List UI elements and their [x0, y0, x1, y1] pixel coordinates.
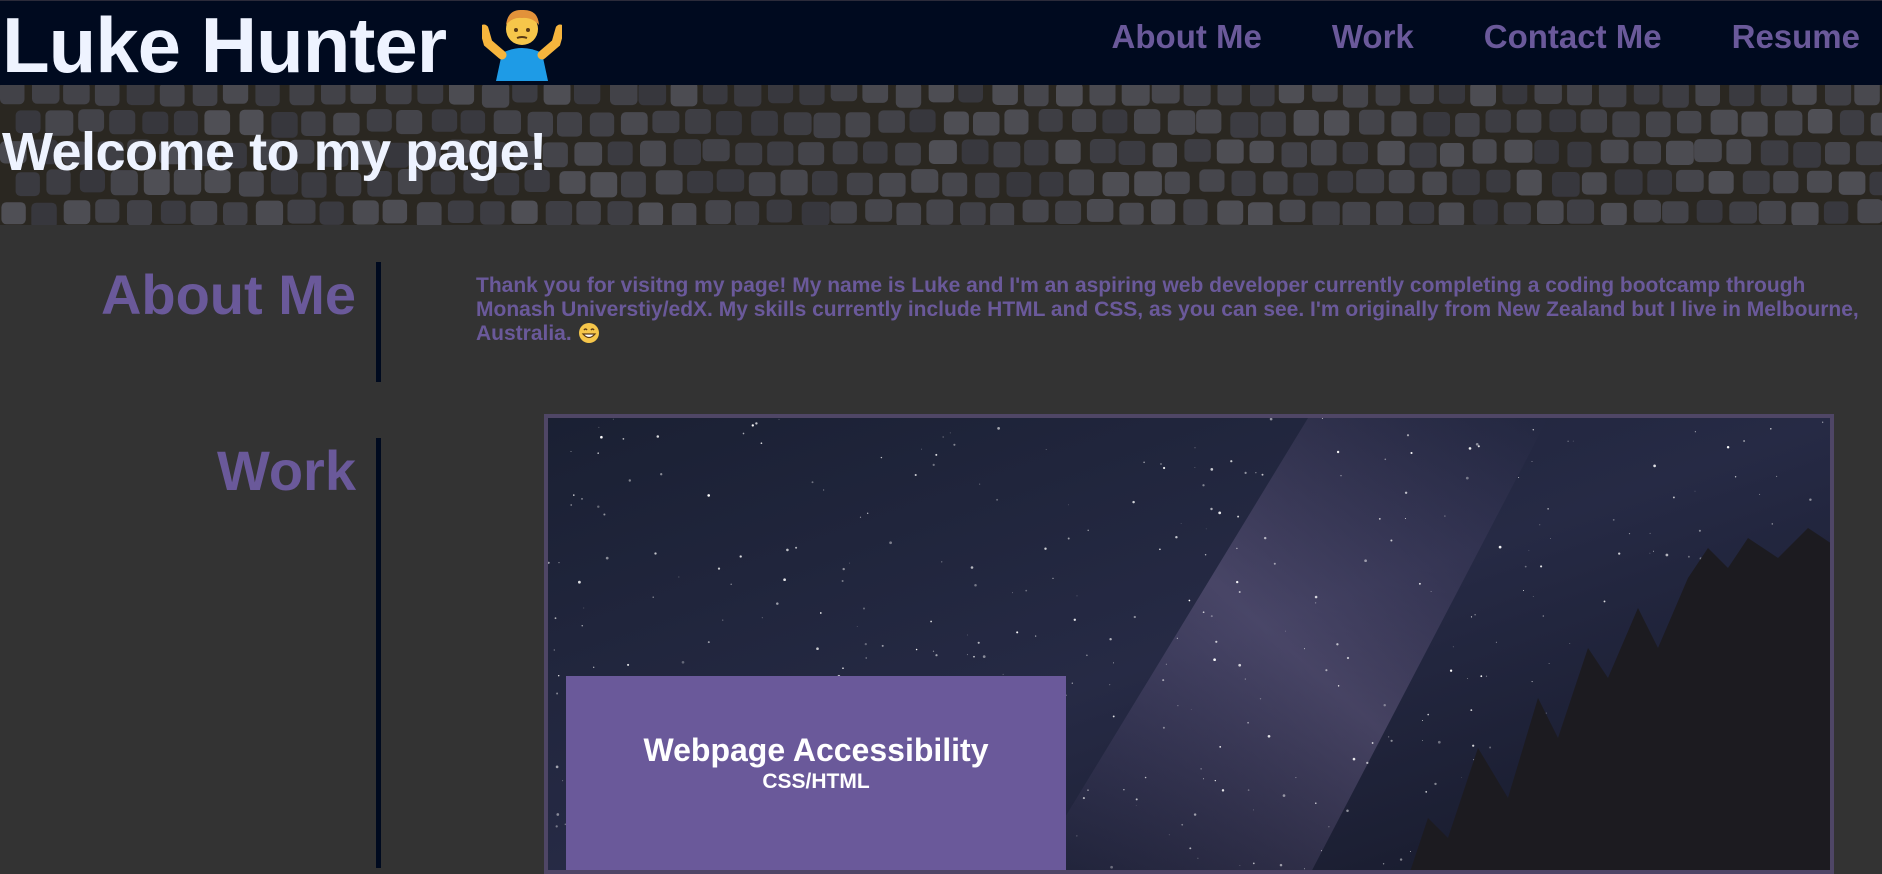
project-subtitle: CSS/HTML: [566, 770, 1066, 794]
site-header: Luke Hunter About Me Work Contact Me Res…: [0, 0, 1882, 85]
project-card[interactable]: Webpage Accessibility CSS/HTML: [566, 676, 1066, 874]
work-heading: Work: [217, 438, 356, 503]
hero-banner: Welcome to my page!: [0, 85, 1882, 225]
nav-link-work[interactable]: Work: [1332, 18, 1414, 56]
hero-title: Welcome to my page!: [2, 121, 547, 183]
man-shrugging-icon: [482, 3, 562, 81]
site-title-text: Luke Hunter: [2, 1, 446, 89]
work-divider: [376, 438, 381, 868]
about-divider: [376, 262, 381, 382]
main-nav: About Me Work Contact Me Resume: [1042, 1, 1860, 73]
grinning-face-icon: [578, 322, 600, 344]
about-text-body: Thank you for visitng my page! My name i…: [476, 274, 1859, 345]
about-heading: About Me: [101, 262, 356, 327]
site-title: Luke Hunter: [2, 1, 562, 86]
nav-link-contact-me[interactable]: Contact Me: [1484, 18, 1662, 56]
nav-link-about-me[interactable]: About Me: [1112, 18, 1262, 56]
about-text: Thank you for visitng my page! My name i…: [476, 274, 1866, 346]
project-title: Webpage Accessibility: [566, 732, 1066, 769]
work-showcase: Webpage Accessibility CSS/HTML: [544, 414, 1834, 874]
nav-link-resume[interactable]: Resume: [1732, 18, 1860, 56]
